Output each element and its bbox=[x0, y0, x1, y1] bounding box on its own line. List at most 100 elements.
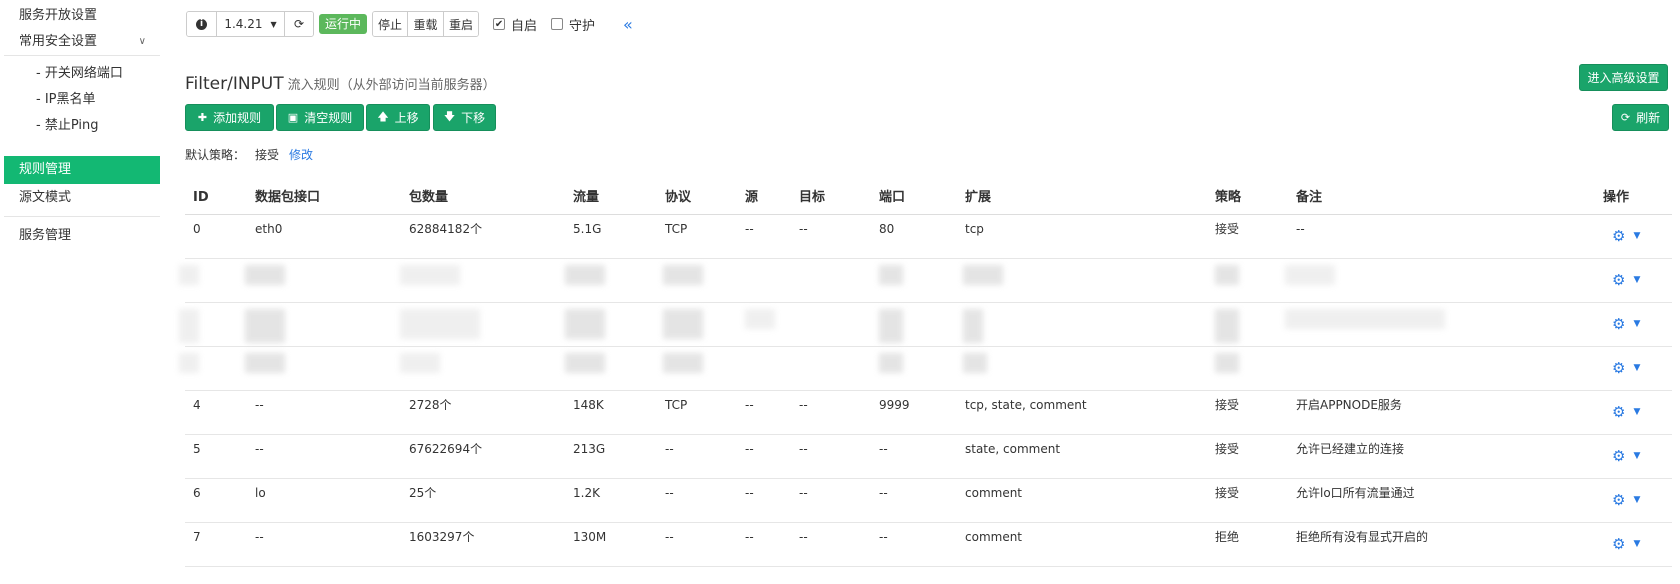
redacted-block bbox=[565, 353, 605, 373]
move-up-button[interactable]: 🡅 上移 bbox=[366, 104, 430, 131]
row-actions-button[interactable]: ⚙ ▼ bbox=[1612, 315, 1640, 333]
cell-traffic: 1.2K bbox=[573, 486, 600, 500]
refresh-button[interactable]: ⟳ 刷新 bbox=[1612, 104, 1669, 131]
add-rule-label: 添加规则 bbox=[213, 111, 262, 125]
sidebar-item-source-mode[interactable]: 源文模式 bbox=[0, 184, 160, 212]
cell-policy: 接受 bbox=[1215, 442, 1240, 456]
divider bbox=[4, 216, 160, 217]
cell-note: 允许lo口所有流量通过 bbox=[1296, 486, 1415, 500]
redacted-block bbox=[1215, 309, 1239, 343]
redacted-block bbox=[1285, 265, 1335, 285]
cell-interface: eth0 bbox=[255, 222, 283, 236]
cell-source: -- bbox=[745, 442, 754, 456]
status-badge: 运行中 bbox=[319, 14, 368, 34]
stop-button[interactable]: 停止 bbox=[373, 12, 409, 36]
cell-note: -- bbox=[1296, 222, 1305, 236]
redacted-block bbox=[963, 353, 987, 373]
sidebar-item-service-manage[interactable]: 服务管理 bbox=[0, 222, 160, 250]
row-actions-button[interactable]: ⚙ ▼ bbox=[1612, 447, 1640, 465]
redacted-block bbox=[245, 309, 285, 343]
cell-traffic: 213G bbox=[573, 442, 606, 456]
control-group: 停止 重载 重启 bbox=[372, 11, 480, 37]
caret-down-icon: ▼ bbox=[1633, 539, 1641, 549]
gear-icon: ⚙ bbox=[1612, 271, 1626, 289]
redacted-block bbox=[179, 309, 199, 343]
sidebar-item-security[interactable]: 常用安全设置 ∨ bbox=[0, 28, 160, 56]
cell-protocol: -- bbox=[665, 442, 674, 456]
gear-icon: ⚙ bbox=[1612, 535, 1626, 553]
title-subtitle: 流入规则（从外部访问当前服务器） bbox=[287, 78, 496, 93]
caret-down-icon: ▼ bbox=[1633, 495, 1641, 505]
cell-extension: comment bbox=[965, 530, 1023, 544]
chevron-down-icon: ∨ bbox=[138, 36, 146, 47]
caret-down-icon: ▼ bbox=[1633, 363, 1641, 373]
arrow-up-icon: 🡅 bbox=[377, 110, 389, 123]
guard-label: 守护 bbox=[569, 18, 596, 34]
autostart-label: 自启 bbox=[511, 18, 538, 34]
collapse-icon[interactable]: « bbox=[623, 15, 633, 34]
sidebar-item-ip-blacklist[interactable]: - IP黑名单 bbox=[0, 86, 160, 114]
redacted-block bbox=[565, 265, 605, 285]
row-actions-button[interactable]: ⚙ ▼ bbox=[1612, 535, 1640, 553]
gear-icon: ⚙ bbox=[1612, 447, 1626, 465]
autostart-checkbox[interactable]: ✔ 自启 bbox=[493, 15, 537, 34]
clear-rules-button[interactable]: ▣ 清空规则 bbox=[276, 104, 364, 131]
row-actions-button[interactable]: ⚙ ▼ bbox=[1612, 227, 1640, 245]
plus-icon: ✚ bbox=[197, 111, 208, 124]
version-dropdown[interactable]: 1.4.21 ▼ bbox=[217, 12, 285, 36]
cell-policy: 接受 bbox=[1215, 486, 1240, 500]
info-button[interactable]: i bbox=[187, 12, 217, 36]
cell-port: 80 bbox=[879, 222, 895, 236]
policy-value: 接受 bbox=[255, 148, 280, 162]
redacted-block bbox=[245, 353, 285, 373]
caret-down-icon: ▼ bbox=[1633, 275, 1641, 285]
row-actions-button[interactable]: ⚙ ▼ bbox=[1612, 491, 1640, 509]
cell-packets: 62884182个 bbox=[409, 222, 483, 236]
cell-interface: -- bbox=[255, 442, 264, 456]
cell-interface: -- bbox=[255, 398, 264, 412]
caret-down-icon: ▼ bbox=[1633, 451, 1641, 461]
cell-traffic: 5.1G bbox=[573, 222, 602, 236]
advanced-settings-button[interactable]: 进入高级设置 bbox=[1579, 64, 1668, 91]
refresh-version-button[interactable]: ⟳ bbox=[285, 12, 313, 36]
caret-down-icon: ▼ bbox=[270, 19, 277, 29]
restart-button[interactable]: 重启 bbox=[444, 12, 479, 36]
redacted-block bbox=[663, 265, 703, 285]
cell-id: 0 bbox=[193, 222, 201, 236]
add-rule-button[interactable]: ✚ 添加规则 bbox=[185, 104, 274, 131]
table-row-redacted: ⚙ ▼ bbox=[179, 303, 1672, 347]
cell-source: -- bbox=[745, 398, 754, 412]
guard-checkbox[interactable]: 守护 bbox=[551, 15, 595, 34]
cell-packets: 25个 bbox=[409, 486, 437, 500]
redacted-block bbox=[1215, 353, 1239, 373]
cell-extension: tcp, state, comment bbox=[965, 398, 1087, 412]
cell-packets: 67622694个 bbox=[409, 442, 483, 456]
trash-icon: ▣ bbox=[287, 111, 299, 124]
row-actions-button[interactable]: ⚙ ▼ bbox=[1612, 359, 1640, 377]
refresh-icon: ⟳ bbox=[1620, 111, 1631, 124]
sidebar-item-no-ping[interactable]: - 禁止Ping bbox=[0, 112, 160, 140]
redacted-block bbox=[400, 265, 460, 285]
sidebar-item-label: 常用安全设置 bbox=[19, 34, 98, 49]
cell-packets: 1603297个 bbox=[409, 530, 475, 544]
table-row-redacted: ⚙ ▼ bbox=[179, 259, 1672, 303]
cell-note: 允许已经建立的连接 bbox=[1296, 442, 1405, 456]
sidebar-item-ports[interactable]: - 开关网络端口 bbox=[0, 60, 160, 88]
sidebar-item-rules[interactable]: 规则管理 bbox=[4, 156, 160, 184]
redacted-block bbox=[179, 265, 199, 285]
cell-packets: 2728个 bbox=[409, 398, 452, 412]
cell-policy: 接受 bbox=[1215, 398, 1240, 412]
sidebar-item-service-open[interactable]: 服务开放设置 bbox=[0, 2, 160, 30]
row-actions-button[interactable]: ⚙ ▼ bbox=[1612, 403, 1640, 421]
row-actions-button[interactable]: ⚙ ▼ bbox=[1612, 271, 1640, 289]
cell-note: 拒绝所有没有显式开启的 bbox=[1296, 530, 1429, 544]
cell-id: 6 bbox=[193, 486, 201, 500]
cell-target: -- bbox=[799, 442, 808, 456]
edit-policy-link[interactable]: 修改 bbox=[289, 148, 313, 162]
service-toolbar: i 1.4.21 ▼ ⟳ 运行中 停止 重载 重启 ✔ 自启 守护 « bbox=[186, 11, 633, 37]
default-policy: 默认策略： 接受 修改 bbox=[185, 146, 313, 163]
rules-table: ID 数据包接口 包数量 流量 协议 源 目标 端口 扩展 策略 备注 操作 0… bbox=[179, 180, 1672, 567]
reload-button[interactable]: 重载 bbox=[408, 12, 445, 36]
move-down-button[interactable]: 🡇 下移 bbox=[433, 104, 496, 131]
cell-source: -- bbox=[745, 486, 754, 500]
